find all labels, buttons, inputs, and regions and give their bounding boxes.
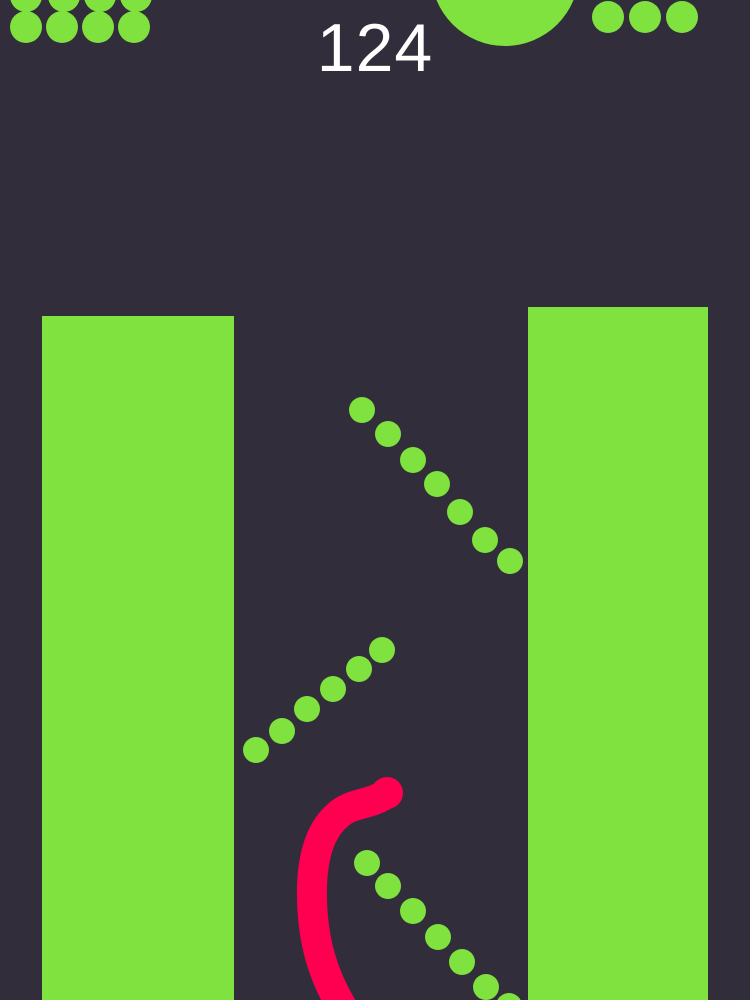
green-pellet-icon — [269, 718, 295, 744]
green-pellet-icon — [375, 873, 401, 899]
game-screen[interactable]: 124 — [0, 0, 750, 1000]
green-pellet-icon — [472, 527, 498, 553]
left-wall-block — [42, 316, 234, 1000]
green-pellet-icon — [497, 993, 521, 1000]
green-pellet-icon — [349, 397, 375, 423]
green-pellet-icon — [473, 974, 499, 1000]
right-wall-block — [528, 307, 708, 1000]
green-pellet-icon — [400, 447, 426, 473]
playfield[interactable] — [0, 0, 750, 1000]
green-pellet-icon — [346, 656, 372, 682]
green-pellet-icon — [375, 421, 401, 447]
snake-player-icon — [371, 777, 403, 809]
green-pellet-icon — [425, 924, 451, 950]
snake-body — [296, 778, 402, 1000]
green-pellet-icon — [243, 737, 269, 763]
score-counter: 124 — [316, 10, 434, 86]
green-pellet-icon — [320, 676, 346, 702]
green-pellet-icon — [354, 850, 380, 876]
green-pellet-icon — [294, 696, 320, 722]
green-pellet-icon — [447, 499, 473, 525]
green-pellet-icon — [497, 548, 523, 574]
green-pellet-icon — [400, 898, 426, 924]
green-pellet-icon — [424, 471, 450, 497]
green-pellet-icon — [449, 949, 475, 975]
green-pellet-icon — [369, 637, 395, 663]
